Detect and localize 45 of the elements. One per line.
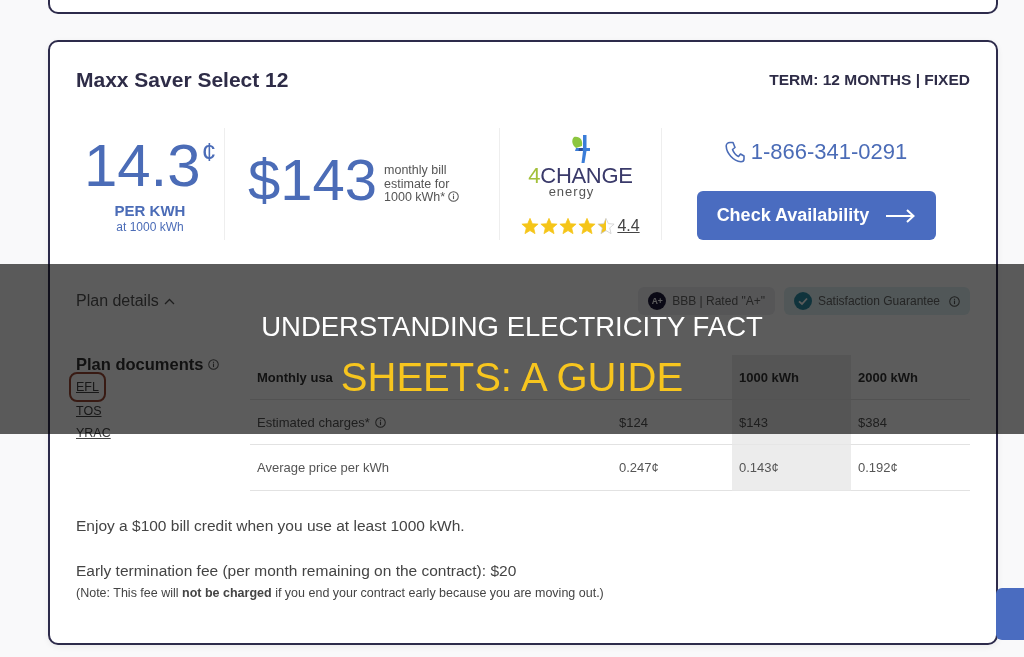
star-icon xyxy=(540,217,559,235)
column-header: 1000 kWh xyxy=(739,369,799,385)
arrow-icon xyxy=(885,208,916,223)
phone-number[interactable]: 1-866-341-0291 xyxy=(750,139,908,165)
provider-tagline: energy xyxy=(548,185,596,199)
star-icon xyxy=(559,217,578,235)
check-availability-button[interactable]: Check Availability xyxy=(696,191,936,240)
plan-note: Early termination fee (per month remaining on the contract): $20 xyxy=(76,561,518,581)
star-icon xyxy=(521,217,540,235)
document-link[interactable]: TOS xyxy=(76,400,102,422)
star-icon xyxy=(578,217,597,235)
logo-icon xyxy=(570,135,591,163)
grade-seal: A+ xyxy=(648,292,667,310)
document-link[interactable]: EFL xyxy=(69,372,106,402)
info-icon xyxy=(208,358,220,370)
plan-term: TERM: 12 MONTHS | FIXED xyxy=(769,70,970,90)
row-label: Average price per kWh xyxy=(257,460,389,475)
plan-name: Maxx Saver Select 12 xyxy=(76,68,289,92)
phone-icon xyxy=(724,141,745,163)
table-cell: $384 xyxy=(851,400,970,445)
rate-label: PER KWH xyxy=(114,202,186,220)
rate-value: 14.3 xyxy=(83,136,201,196)
column-header: Monthly usa xyxy=(257,369,333,385)
chevron-icon xyxy=(163,297,175,305)
provider-wordmark: 4CHANGE xyxy=(528,165,633,187)
column-header: 2000 kWh xyxy=(858,369,918,385)
side-tab[interactable] xyxy=(996,588,1024,640)
rating-link[interactable]: 4.4 xyxy=(617,217,640,235)
bill-amount: $143 xyxy=(248,151,378,209)
plan-details-toggle[interactable]: Plan details xyxy=(76,292,175,310)
footnote: (Note: This fee will not be charged if you end your contract early because you are moving out.) xyxy=(76,585,605,601)
rate-basis: at 1000 kWh xyxy=(116,220,184,235)
table-cell: 0.192¢ xyxy=(851,445,970,491)
row-label: Estimated charges* xyxy=(257,414,370,430)
bill-caption: monthly bill estimate for 1000 kWh* xyxy=(384,163,450,204)
table-cell: 0.143¢ xyxy=(732,445,851,491)
banner-title: SHEETS: A GUIDE xyxy=(340,355,684,399)
plan-note: Enjoy a $100 bill credit when you use at least 1000 kWh. xyxy=(76,516,466,536)
info-icon xyxy=(448,191,460,202)
banner-title: UNDERSTANDING ELECTRICITY FACT xyxy=(261,311,763,343)
rate-unit: ¢ xyxy=(201,138,217,166)
star-icon xyxy=(597,217,616,235)
check-icon xyxy=(793,292,812,310)
info-icon xyxy=(949,295,960,307)
documents-heading: Plan documents xyxy=(76,354,204,374)
